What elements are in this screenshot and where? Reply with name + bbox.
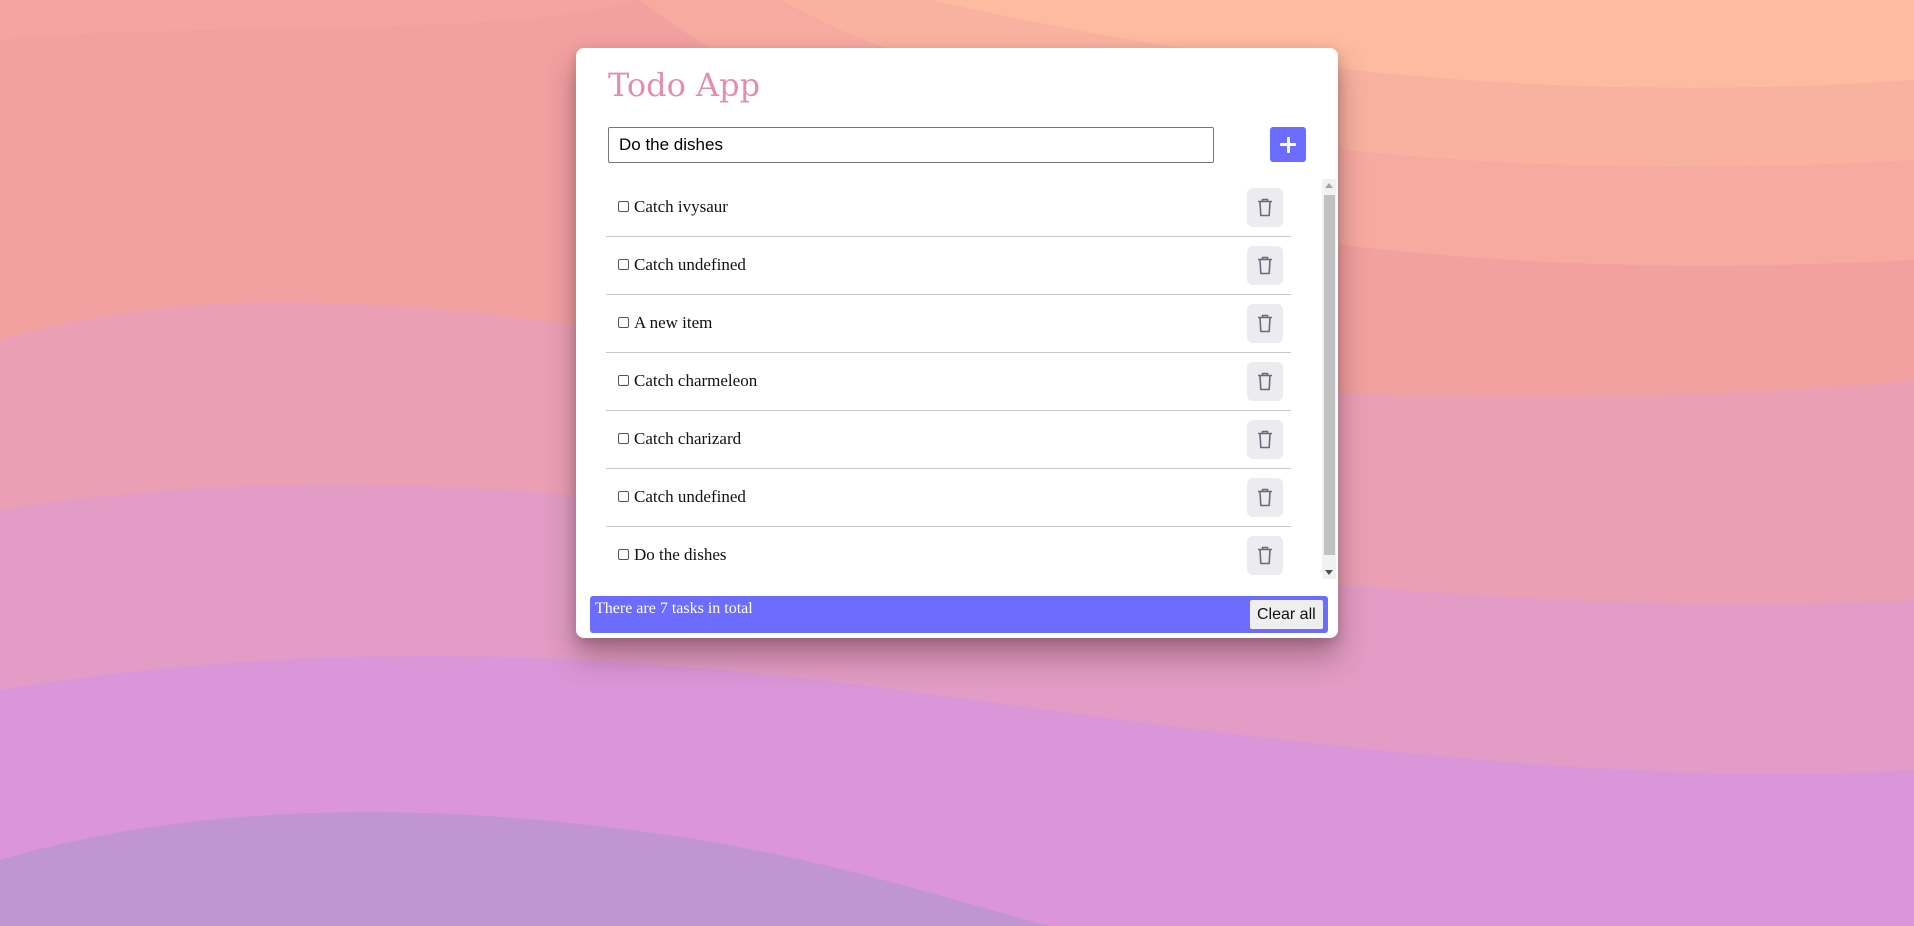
task-checkbox[interactable] <box>618 433 629 444</box>
delete-task-button[interactable] <box>1247 362 1283 401</box>
delete-task-button[interactable] <box>1247 536 1283 575</box>
clear-all-button[interactable]: Clear all <box>1250 600 1323 629</box>
task-list: Catch ivysaur Catch undefined A new item <box>606 179 1291 579</box>
trash-icon <box>1258 546 1272 565</box>
task-row: A new item <box>606 295 1291 353</box>
delete-task-button[interactable] <box>1247 420 1283 459</box>
task-row: Catch charizard <box>606 411 1291 469</box>
scrollbar-thumb[interactable] <box>1324 195 1335 555</box>
delete-task-button[interactable] <box>1247 478 1283 517</box>
task-row: Do the dishes <box>606 527 1291 585</box>
trash-icon <box>1258 372 1272 391</box>
task-checkbox[interactable] <box>618 491 629 502</box>
trash-icon <box>1258 430 1272 449</box>
trash-icon <box>1258 256 1272 275</box>
task-row: Catch charmeleon <box>606 353 1291 411</box>
task-label: Catch undefined <box>634 487 746 506</box>
task-checkbox[interactable] <box>618 259 629 270</box>
task-checkbox[interactable] <box>618 201 629 212</box>
task-footer: There are 7 tasks in total Clear all <box>590 596 1328 633</box>
scroll-down-arrow-icon[interactable] <box>1325 570 1333 575</box>
delete-task-button[interactable] <box>1247 246 1283 285</box>
delete-task-button[interactable] <box>1247 188 1283 227</box>
new-task-input[interactable] <box>608 127 1214 163</box>
task-checkbox[interactable] <box>618 375 629 386</box>
trash-icon <box>1258 488 1272 507</box>
add-task-button[interactable] <box>1270 127 1306 162</box>
task-checkbox[interactable] <box>618 549 629 560</box>
task-label: Catch charizard <box>634 429 742 448</box>
task-label: Catch undefined <box>634 255 746 274</box>
app-title: Todo App <box>608 66 761 104</box>
task-checkbox[interactable] <box>618 317 629 328</box>
delete-task-button[interactable] <box>1247 304 1283 343</box>
trash-icon <box>1258 314 1272 333</box>
todo-card: Todo App Catch ivysaur Catch undefined A… <box>576 48 1338 638</box>
task-row: Catch undefined <box>606 237 1291 295</box>
task-label: Do the dishes <box>634 545 727 564</box>
trash-icon <box>1258 198 1272 217</box>
task-row: Catch undefined <box>606 469 1291 527</box>
task-label: Catch charmeleon <box>634 371 758 390</box>
task-row: Catch ivysaur <box>606 179 1291 237</box>
task-label: A new item <box>634 313 713 332</box>
scroll-up-arrow-icon[interactable] <box>1325 183 1333 188</box>
task-count-text: There are 7 tasks in total <box>595 600 753 617</box>
task-list-scrollbar[interactable] <box>1322 179 1336 579</box>
task-label: Catch ivysaur <box>634 197 728 216</box>
